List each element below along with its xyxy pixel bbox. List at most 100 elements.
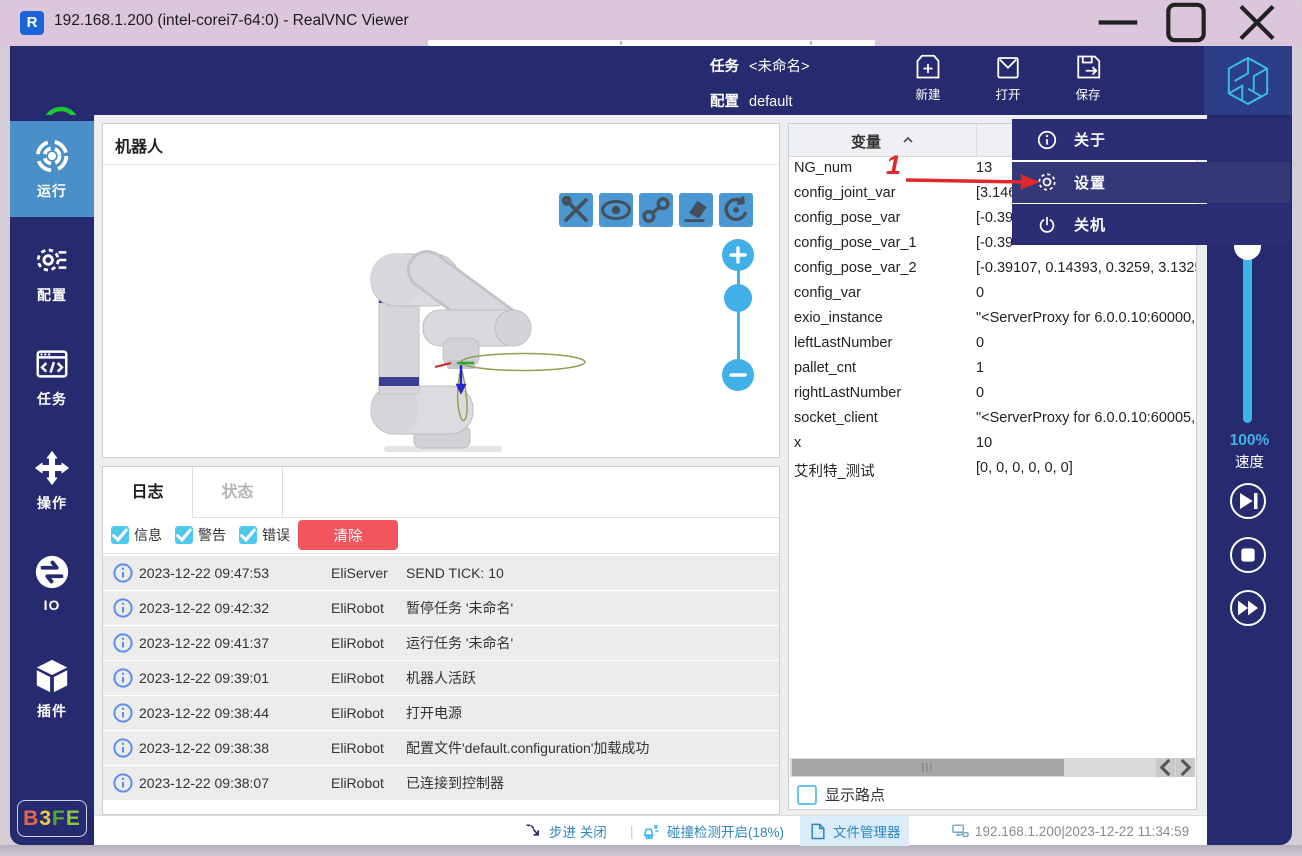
log-filter-row: 信息 警告 错误 清除	[103, 518, 779, 554]
realvnc-logo-icon: R	[20, 11, 44, 35]
sidebar-item-run[interactable]: 运行	[10, 121, 94, 217]
robot-tool-path-icon[interactable]	[639, 193, 673, 227]
app-menu-button[interactable]	[1204, 46, 1292, 115]
variable-row[interactable]: rightLastNumber 0	[789, 382, 1196, 407]
close-button[interactable]	[1234, 0, 1280, 45]
variable-row[interactable]: pallet_cnt 1	[789, 357, 1196, 382]
zoom-slider-knob[interactable]	[724, 284, 752, 312]
log-filter: 错误	[239, 525, 290, 545]
sidebar-item-label: 运行	[10, 181, 94, 201]
variable-name: rightLastNumber	[794, 385, 901, 401]
topbar-action-button[interactable]: 打开	[976, 52, 1040, 112]
log-message: 配置文件'default.configuration'加载成功	[406, 738, 649, 758]
robot-tool-eraser-icon[interactable]	[679, 193, 713, 227]
variable-name: config_pose_var_1	[794, 235, 917, 251]
variable-name: 艾利特_测试	[794, 460, 875, 481]
filter-checkbox[interactable]	[239, 526, 257, 544]
topbar-action-button[interactable]: 新建	[896, 52, 960, 112]
variable-value: 0	[976, 335, 1196, 351]
horizontal-scrollbar[interactable]	[790, 758, 1195, 777]
playback-fast-forward-icon[interactable]	[1230, 590, 1266, 626]
sidebar-item-io[interactable]: IO	[10, 537, 94, 633]
variable-row[interactable]: config_var 0	[789, 282, 1196, 307]
tab-row-filler	[283, 467, 779, 518]
collision-label: 碰撞检测开启(18%)	[667, 821, 784, 841]
variable-value: "<ServerProxy for 6.0.0.10:60005,	[976, 410, 1196, 426]
menu-item-gear[interactable]: 设置	[1012, 162, 1290, 203]
log-filter: 警告	[175, 525, 226, 545]
menu-item-power[interactable]: 关机	[1012, 204, 1290, 245]
scroll-right-button[interactable]	[1176, 758, 1195, 777]
topbar-action-button[interactable]: 保存	[1056, 52, 1120, 112]
variable-row[interactable]: exio_instance "<ServerProxy for 6.0.0.10…	[789, 307, 1196, 332]
robot-arm-3d-view[interactable]	[361, 246, 691, 461]
step-mode-status[interactable]: 步进 关闭	[524, 816, 607, 846]
tab-log[interactable]: 日志	[103, 467, 193, 518]
scroll-left-button[interactable]	[1156, 758, 1175, 777]
robot-tool-eye-icon[interactable]	[599, 193, 633, 227]
log-row: 2023-12-22 09:47:53 EliServer SEND TICK:…	[103, 556, 779, 590]
robot-tool-reset-view-icon[interactable]	[719, 193, 753, 227]
log-source: EliRobot	[331, 775, 384, 791]
log-message: 已连接到控制器	[406, 773, 504, 793]
variable-value: 0	[976, 385, 1196, 401]
maximize-button[interactable]	[1163, 0, 1209, 45]
show-waypoints-checkbox[interactable]	[797, 785, 817, 805]
tab-status[interactable]: 状态	[193, 467, 283, 518]
log-row: 2023-12-22 09:38:44 EliRobot 打开电源	[103, 696, 779, 730]
playback-stop-icon[interactable]	[1230, 537, 1266, 573]
log-row: 2023-12-22 09:39:01 EliRobot 机器人活跃	[103, 661, 779, 695]
log-time: 2023-12-22 09:41:37	[139, 635, 269, 651]
info-circle-icon	[113, 633, 133, 653]
speed-label: 速度	[1207, 451, 1292, 472]
zoom-out-button[interactable]	[722, 359, 754, 391]
task-value: <未命名>	[749, 59, 809, 75]
left-sidebar: 运行 配置 任务 操作 IO 插件 B3FE	[10, 115, 94, 845]
variable-row[interactable]: 艾利特_测试 [0, 0, 0, 0, 0, 0]	[789, 457, 1196, 482]
filter-checkbox[interactable]	[111, 526, 129, 544]
log-time: 2023-12-22 09:42:32	[139, 600, 269, 616]
log-source: EliServer	[331, 565, 388, 581]
action-label: 打开	[976, 84, 1040, 103]
vnc-toolbar-strip[interactable]	[428, 40, 875, 46]
open-icon	[993, 52, 1023, 82]
elite-cube-logo-icon	[1225, 56, 1271, 106]
log-filter: 信息	[111, 525, 162, 545]
log-row: 2023-12-22 09:38:38 EliRobot 配置文件'defaul…	[103, 731, 779, 765]
task-field: 任务<未命名>	[710, 55, 809, 76]
variable-value: [0, 0, 0, 0, 0, 0]	[976, 460, 1196, 476]
variable-row[interactable]: leftLastNumber 0	[789, 332, 1196, 357]
minimize-button[interactable]	[1095, 0, 1141, 45]
filter-checkbox[interactable]	[175, 526, 193, 544]
file-manager-label: 文件管理器	[833, 821, 901, 841]
sidebar-item-operate[interactable]: 操作	[10, 433, 94, 529]
action-label: 新建	[896, 84, 960, 103]
log-source: EliRobot	[331, 740, 384, 756]
scrollbar-thumb[interactable]	[792, 759, 1064, 776]
info-circle-icon	[113, 668, 133, 688]
file-manager-button[interactable]: 文件管理器	[800, 816, 909, 846]
robot-tool-tools-icon[interactable]	[559, 193, 593, 227]
variable-value: 1	[976, 360, 1196, 376]
playback-skip-next-icon[interactable]	[1230, 483, 1266, 519]
log-time: 2023-12-22 09:47:53	[139, 565, 269, 581]
clear-log-button[interactable]: 清除	[298, 520, 398, 550]
log-time: 2023-12-22 09:38:07	[139, 775, 269, 791]
menu-item-info[interactable]: 关于	[1012, 119, 1290, 160]
zoom-in-button[interactable]	[722, 239, 754, 271]
variable-row[interactable]: x 10	[789, 432, 1196, 457]
menu-item-label: 关机	[1074, 214, 1106, 235]
collision-status[interactable]: 碰撞检测开启(18%)	[642, 816, 784, 846]
variable-row[interactable]: socket_client "<ServerProxy for 6.0.0.10…	[789, 407, 1196, 432]
speed-slider-track[interactable]	[1243, 243, 1252, 423]
log-time: 2023-12-22 09:38:38	[139, 740, 269, 756]
annotation-overlay: 1	[878, 148, 1048, 198]
sidebar-item-config[interactable]: 配置	[10, 225, 94, 321]
variable-name: pallet_cnt	[794, 360, 856, 376]
filter-label: 信息	[134, 525, 162, 545]
variable-row[interactable]: config_pose_var_2 [-0.39107, 0.14393, 0.…	[789, 257, 1196, 282]
sidebar-item-task[interactable]: 任务	[10, 329, 94, 425]
version-badge: B3FE	[17, 800, 87, 837]
sidebar-item-plugin[interactable]: 插件	[10, 641, 94, 737]
app-topbar: 已暂停 任务<未命名> 配置default 新建 打开 保存	[10, 46, 1292, 115]
